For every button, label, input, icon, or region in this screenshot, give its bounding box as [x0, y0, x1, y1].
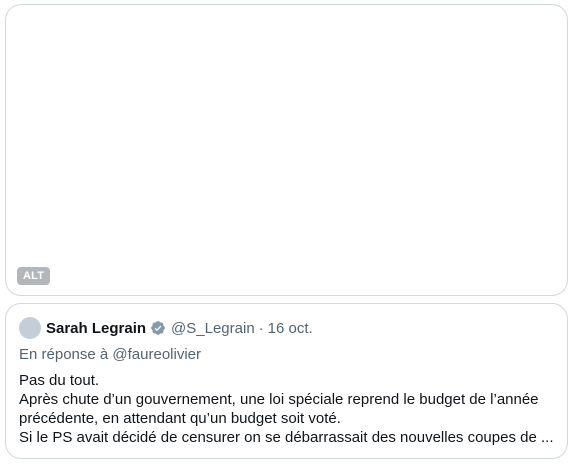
quoted-post-text: Pas du tout. Après chute d’un gouverneme…	[19, 371, 559, 447]
author-handle[interactable]: @S_Legrain	[171, 320, 255, 337]
post-date[interactable]: 16 oct.	[268, 320, 313, 337]
author-name[interactable]: Sarah Legrain	[46, 320, 146, 337]
avatar[interactable]	[19, 317, 41, 339]
verified-badge-icon	[151, 321, 165, 335]
media-card[interactable]: ALT	[5, 4, 568, 296]
post-text-line: Après chute d’un gouvernement, une loi s…	[19, 391, 539, 408]
post-text-line: précédente, en attendant qu’un budget so…	[19, 410, 341, 427]
reply-to-line[interactable]: En réponse à @faureolivier	[19, 346, 201, 363]
separator-dot: ·	[258, 319, 264, 337]
quoted-post-card[interactable]: Sarah Legrain @S_Legrain · 16 oct. En ré…	[5, 303, 568, 459]
alt-badge[interactable]: ALT	[17, 267, 51, 285]
post-text-line: Pas du tout.	[19, 372, 100, 389]
quoted-post-header: Sarah Legrain @S_Legrain · 16 oct.	[19, 316, 313, 340]
post-text-line: Si le PS avait décidé de censurer on se …	[19, 429, 554, 446]
